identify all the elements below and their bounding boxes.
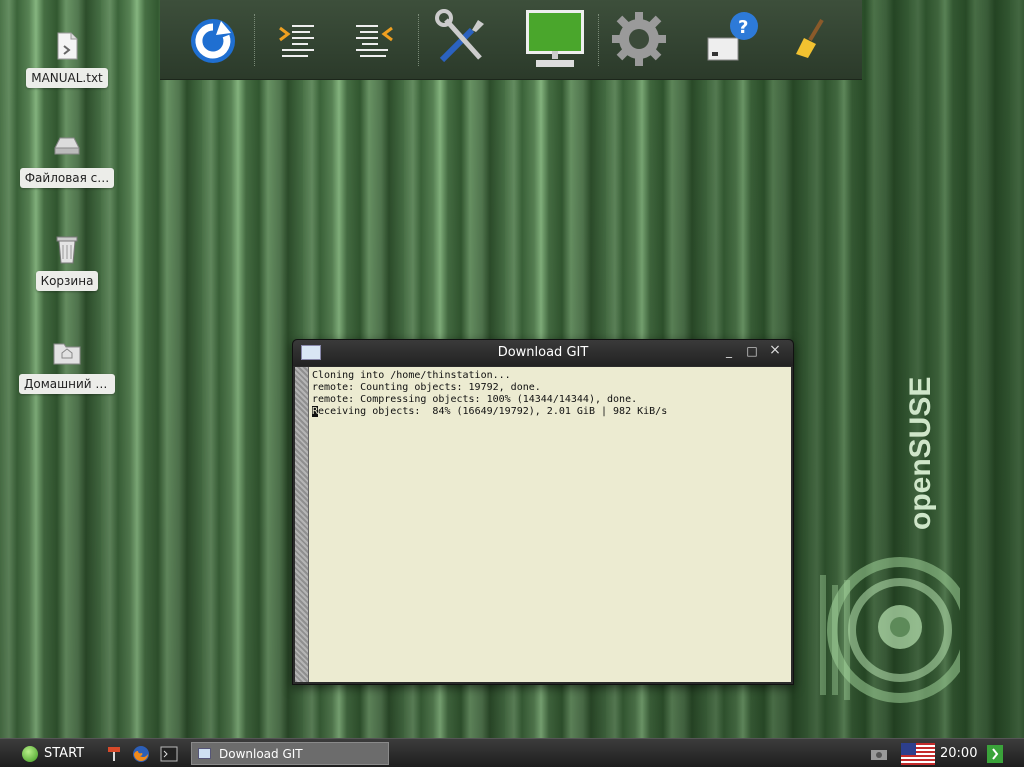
opensuse-brand: openSUSE [904,377,937,530]
quicklaunch-paint[interactable] [106,739,122,767]
minimize-button[interactable]: _ [720,344,738,358]
refresh-icon [191,19,235,63]
start-orb-icon [22,745,38,762]
indent-right-button[interactable] [264,6,330,72]
help-button[interactable]: ? [700,6,766,72]
download-git-window[interactable]: Download GIT _ □ × Cloning into /home/th… [292,339,794,685]
terminal-line: remote: Counting objects: 19792, done. [312,382,541,393]
taskbar: START Download GIT 20:00 [0,738,1024,767]
svg-text:?: ? [738,17,748,38]
terminal-line: remote: Compressing objects: 100% (14344… [312,394,638,405]
indent-left-button[interactable] [340,6,406,72]
monitor-button[interactable] [522,6,588,72]
top-launcher-toolbar: ? [160,0,862,80]
desktop-icon-label: Корзина [35,271,99,291]
maximize-button[interactable]: □ [743,344,761,358]
terminal-output: Cloning into /home/thinstation... remote:… [312,370,787,418]
trash-icon [51,233,83,265]
indent-right-icon [279,25,314,57]
text-file-icon [51,30,83,62]
start-button[interactable]: START [8,739,84,767]
task-window-icon [198,748,211,759]
broom-icon [796,18,824,58]
refresh-button[interactable] [180,6,246,72]
firefox-icon [133,745,149,762]
desktop-icon-label: Домашний к… [19,374,115,394]
desktop-icon-trash[interactable]: Корзина [17,233,117,295]
quicklaunch-firefox[interactable] [132,739,150,767]
drive-icon [51,130,83,162]
window-titlebar[interactable]: Download GIT _ □ × [293,340,793,366]
clean-button[interactable] [778,6,844,72]
settings-button[interactable] [606,6,672,72]
close-button[interactable]: × [766,342,784,358]
toolbar-separator [598,14,600,66]
desktop-icon-home[interactable]: Домашний к… [17,336,117,398]
gear-icon [612,12,666,66]
keyboard-layout-flag[interactable] [901,739,935,767]
tools-button[interactable] [430,6,496,72]
clock: 20:00 [940,746,978,761]
toolbar-separator [418,14,420,66]
toolbar-separator [254,14,256,66]
help-disk-icon: ? [707,12,758,61]
tray-camera[interactable] [870,739,888,767]
opensuse-chameleon-logo [820,557,960,703]
task-window-label: Download GIT [219,746,303,761]
terminal-progress-text: eceiving objects: 84% (16649/19792), 2.0… [318,406,668,417]
home-folder-icon [51,336,83,368]
terminal-area[interactable]: Cloning into /home/thinstation... remote:… [295,367,791,682]
scrollbar[interactable] [295,367,309,682]
desktop-icon-filesystem[interactable]: Файловая с… [17,130,117,192]
terminal-line: Cloning into /home/thinstation... [312,370,511,381]
desktop-icon-label: MANUAL.txt [26,68,108,88]
tools-icon [435,9,484,63]
exit-icon [987,744,1003,763]
monitor-icon [526,10,584,67]
window-title: Download GIT [497,345,589,360]
indent-left-icon [356,25,393,57]
taskbar-window-button[interactable]: Download GIT [191,742,389,765]
terminal-icon [160,746,178,761]
opensuse-logo-text: openSUSE [904,377,937,530]
desktop-icon-label: Файловая с… [19,168,115,188]
logout-button[interactable] [986,739,1004,767]
camera-icon [871,749,887,760]
desktop-icon-manual[interactable]: MANUAL.txt [17,30,117,92]
start-label: START [44,746,85,761]
quicklaunch-terminal[interactable] [160,739,178,767]
paint-roller-icon [108,746,120,761]
us-flag-icon [901,742,935,765]
terminal-progress-line: Receiving objects: 84% (16649/19792), 2.… [312,406,787,418]
